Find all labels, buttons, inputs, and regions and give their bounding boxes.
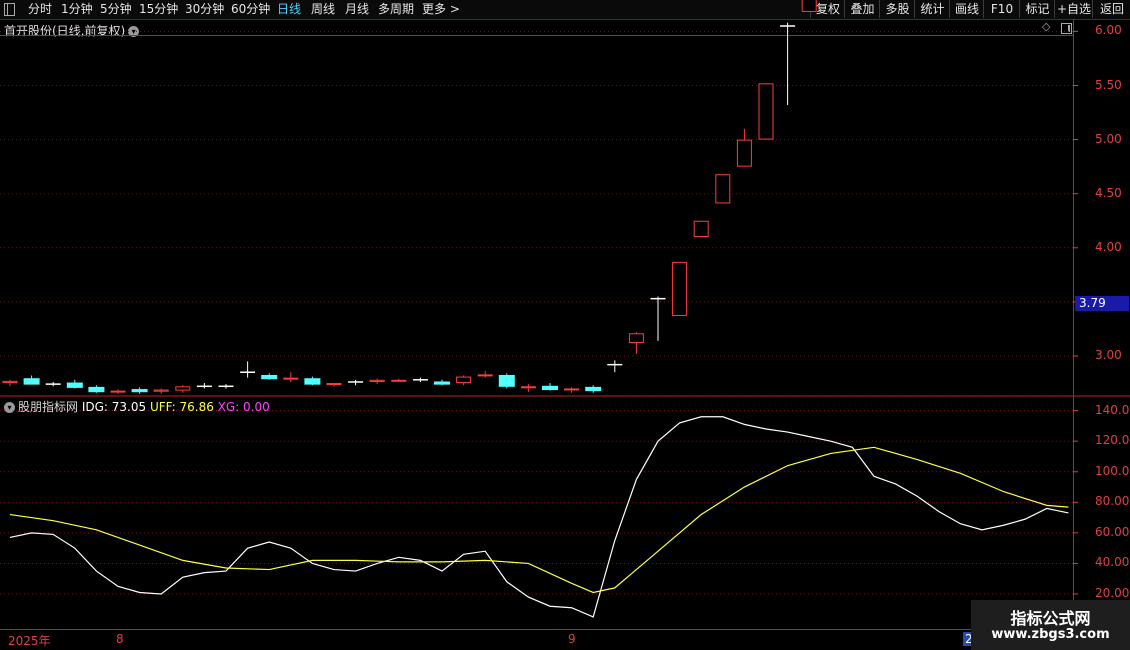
xaxis-year: 2025年 [8, 634, 51, 648]
candle [477, 371, 493, 378]
price-tick-label: 5.00 [1095, 131, 1122, 146]
candle [218, 384, 234, 389]
indicator-name[interactable]: 股朋指标网 [18, 400, 78, 414]
candle-body [153, 389, 169, 392]
price-grid [0, 30, 1078, 357]
candle-body [542, 385, 558, 391]
candle [801, 0, 817, 12]
candles [2, 0, 817, 394]
candle-body [715, 174, 731, 204]
candle [283, 372, 299, 382]
indicator-tick-label: 60.00 [1095, 524, 1130, 539]
candle [2, 379, 18, 387]
candle [304, 376, 321, 386]
xaxis-month-9: 9 [568, 632, 576, 646]
candle-body [261, 374, 278, 380]
candle-body [758, 83, 774, 140]
candle-body [175, 386, 191, 391]
candle [672, 261, 688, 316]
candle-body [66, 382, 83, 388]
candle-body [801, 0, 817, 12]
candle-body [434, 381, 450, 385]
candle-body [456, 376, 472, 384]
candle-body [477, 374, 493, 377]
chevron-down-icon[interactable]: ▾ [4, 402, 15, 413]
candle [585, 385, 602, 393]
candle-body [110, 390, 126, 393]
candle [45, 381, 61, 387]
uff-value: UFF: 76.86 [149, 400, 214, 414]
candle-body [564, 388, 580, 391]
candle [326, 383, 342, 387]
idg-value: IDG: 73.05 [81, 400, 147, 414]
price-tick-label: 5.50 [1095, 77, 1122, 92]
candle [23, 375, 40, 385]
candle [434, 379, 450, 386]
candle [196, 383, 212, 389]
candle-body [585, 386, 602, 392]
price-tick-label: 4.00 [1095, 239, 1122, 254]
indicator-lines [9, 416, 1069, 618]
candle-body [672, 261, 688, 316]
series-idg [9, 416, 1069, 618]
candle-body [23, 378, 40, 385]
indicator-legend: ▾ 股朋指标网 IDG: 73.05 UFF: 76.86 XG: 0.00 [4, 398, 270, 415]
chart-canvas [0, 0, 1130, 650]
candle-body [498, 374, 515, 387]
indicator-grid [0, 410, 1078, 595]
candle-body [391, 379, 407, 382]
candle [240, 361, 256, 378]
candle [391, 378, 407, 382]
watermark-url: www.zbgs3.com [991, 627, 1110, 642]
indicator-tick-label: 120.00 [1095, 433, 1130, 448]
candle [175, 385, 191, 393]
candle [348, 379, 364, 386]
candle-body [283, 377, 299, 380]
candle-body [2, 380, 18, 384]
last-price-tag: 3.79 [1075, 296, 1129, 311]
candle [498, 373, 515, 389]
candle [153, 388, 169, 394]
candle [542, 383, 558, 391]
price-tick-label: 4.50 [1095, 185, 1122, 200]
candle [628, 332, 644, 354]
candle [261, 373, 278, 380]
indicator-tick-label: 100.00 [1095, 463, 1130, 478]
xaxis-month-8: 8 [116, 632, 124, 646]
candle [715, 174, 731, 204]
candle-body [88, 386, 105, 393]
candle [650, 296, 666, 341]
candle-body [369, 379, 385, 382]
candle-body [304, 378, 321, 385]
candle [607, 360, 623, 373]
candle [736, 128, 752, 167]
candle-body [736, 139, 752, 167]
candle [456, 375, 472, 386]
candle [88, 385, 105, 393]
watermark-title: 指标公式网 [1010, 609, 1091, 628]
candle-body [520, 386, 536, 389]
xg-value: XG: 0.00 [217, 400, 270, 414]
indicator-tick-label: 20.00 [1095, 586, 1130, 600]
price-tick-label: 6.00 [1095, 23, 1122, 38]
price-tick-label: 3.00 [1095, 348, 1122, 362]
candle [369, 378, 385, 385]
candle [758, 83, 774, 140]
watermark: 指标公式网 www.zbgs3.com [971, 600, 1130, 650]
indicator-tick-label: 40.00 [1095, 555, 1130, 570]
series-uff [9, 446, 1069, 594]
candle [520, 384, 536, 392]
candle-body [326, 383, 342, 386]
indicator-tick-label: 140.00 [1095, 402, 1130, 417]
candle-body [628, 333, 644, 344]
candle [110, 389, 126, 394]
candle [131, 387, 148, 394]
indicator-tick-label: 80.00 [1095, 494, 1130, 509]
candle [66, 379, 83, 389]
candle [564, 387, 580, 393]
candle [412, 377, 428, 382]
candle [693, 220, 709, 237]
candle-body [131, 389, 148, 393]
candle-body [693, 220, 709, 237]
